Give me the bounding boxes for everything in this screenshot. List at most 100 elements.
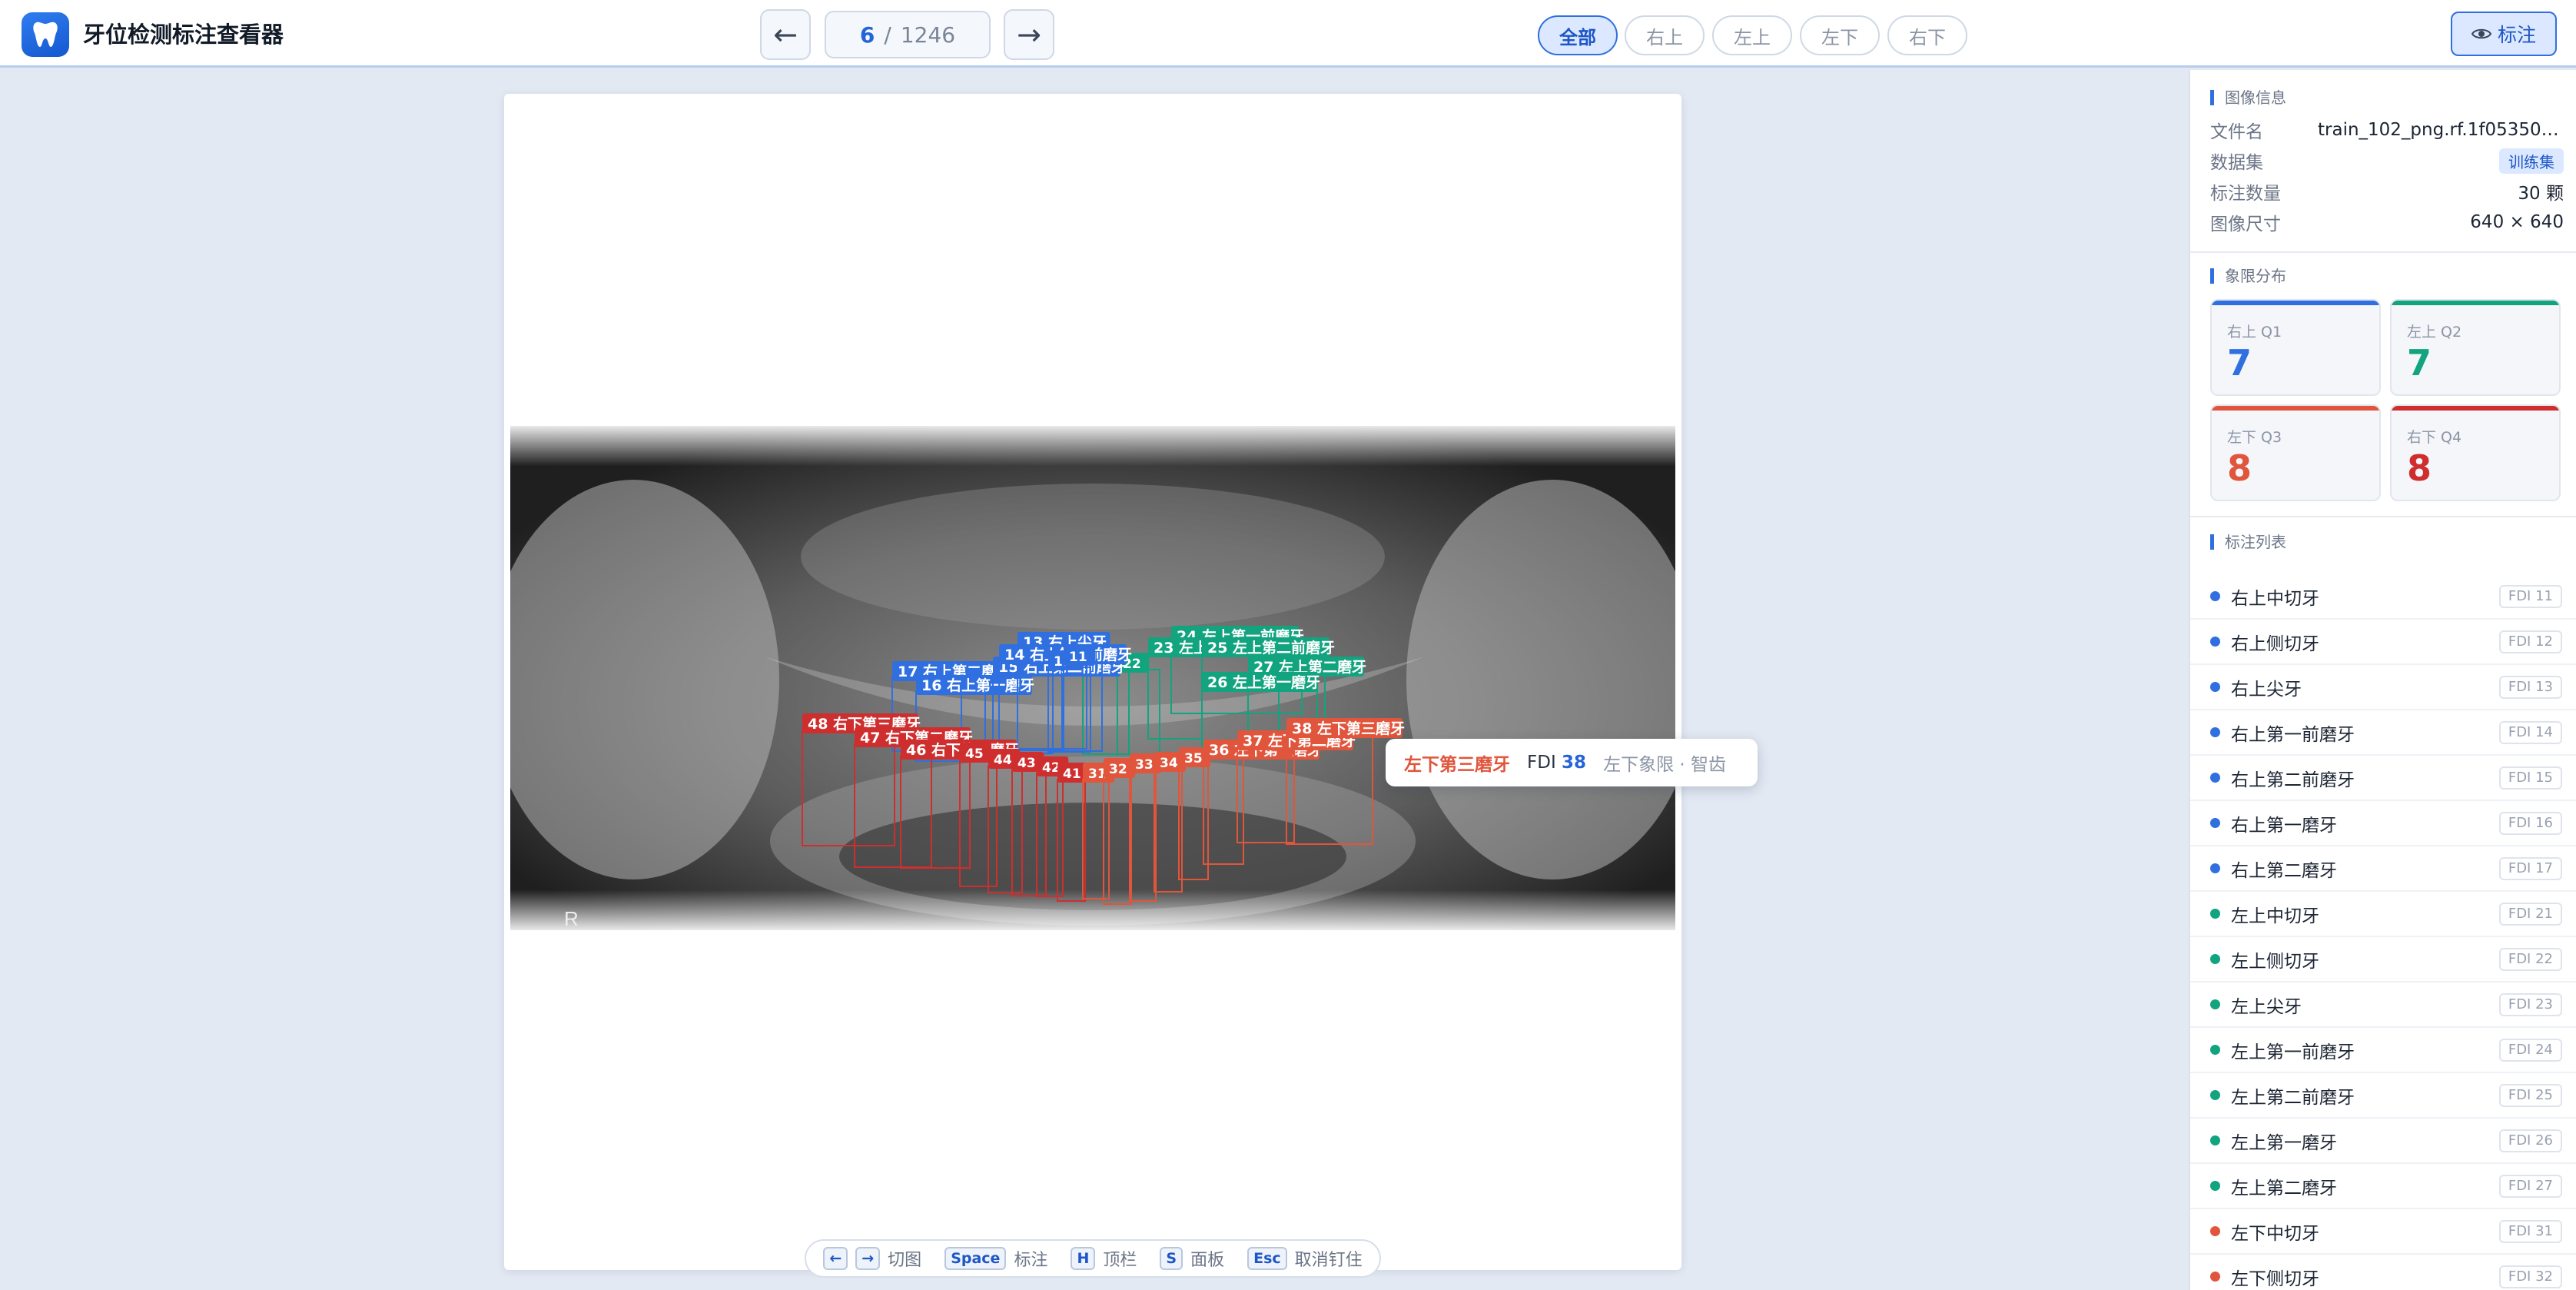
shortcut-label-panel: 面板 xyxy=(1190,1251,1225,1270)
quadrant-dot xyxy=(2210,637,2220,647)
filter-upper-left[interactable]: 左上 xyxy=(1712,15,1792,55)
image-canvas[interactable]: R 24 左上第一前磨牙 23 左上尖牙 25 左上第二前磨牙 27 左上第二磨牙 26… xyxy=(504,94,1681,1270)
list-item[interactable]: 右上第二前磨牙 FDI 15 xyxy=(2190,756,2576,801)
quadrant-dot xyxy=(2210,1181,2220,1191)
quadrant-dot xyxy=(2210,1090,2220,1100)
tooth-label-45: 45 xyxy=(965,746,984,762)
tooltip-fdi: FDI 38 xyxy=(1527,753,1587,773)
divider xyxy=(2190,516,2576,517)
tooth-tooltip: 左下第三磨牙 FDI 38 左下象限 · 智齿 xyxy=(1386,739,1758,786)
info-row-filename: 文件名 train_102_png.rf.1f053508c... xyxy=(2210,120,2564,142)
tooth-label-34: 34 xyxy=(1160,756,1178,771)
list-item[interactable]: 右上第一磨牙 FDI 16 xyxy=(2190,801,2576,846)
tooth-name: 左上第一磨牙 xyxy=(2231,1132,2337,1153)
list-item[interactable]: 左下中切牙 FDI 31 xyxy=(2190,1209,2576,1255)
section-title-annotation-list: 标注列表 xyxy=(2210,534,2286,550)
quadrant-dot xyxy=(2210,818,2220,828)
list-item[interactable]: 左上第一前磨牙 FDI 24 xyxy=(2190,1028,2576,1073)
kbd-s: S xyxy=(1160,1247,1183,1270)
section-title-quadrants: 象限分布 xyxy=(2210,268,2286,284)
filter-lower-left[interactable]: 左下 xyxy=(1800,15,1880,55)
shortcut-bar: ← → 切图 Space 标注 H 顶栏 S 面板 Esc 取消钉住 xyxy=(805,1239,1381,1278)
tooth-label-33: 33 xyxy=(1135,757,1154,773)
info-panel[interactable]: 图像信息 文件名 train_102_png.rf.1f053508c... 数… xyxy=(2189,70,2576,1290)
fdi-badge: FDI 22 xyxy=(2498,948,2562,971)
fdi-badge: FDI 16 xyxy=(2498,812,2562,835)
fdi-badge: FDI 14 xyxy=(2498,721,2562,744)
tooth-label-11: 11 xyxy=(1069,650,1087,665)
list-item[interactable]: 左上第二前磨牙 FDI 25 xyxy=(2190,1073,2576,1119)
filter-upper-right[interactable]: 右上 xyxy=(1625,15,1705,55)
list-item[interactable]: 左上侧切牙 FDI 22 xyxy=(2190,937,2576,982)
fdi-badge: FDI 25 xyxy=(2498,1084,2562,1107)
quadrant-dot xyxy=(2210,682,2220,692)
list-item[interactable]: 右上尖牙 FDI 13 xyxy=(2190,665,2576,710)
tooth-name: 左上第二前磨牙 xyxy=(2231,1087,2355,1108)
info-row-image-size: 图像尺寸 640 × 640 xyxy=(2210,212,2564,234)
list-item[interactable]: 右上侧切牙 FDI 12 xyxy=(2190,620,2576,665)
xray-overlay: R 24 左上第一前磨牙23 左上尖牙25 左上第二前磨牙27 左上第二磨牙26… xyxy=(510,426,1675,930)
list-item[interactable]: 左上尖牙 FDI 23 xyxy=(2190,982,2576,1028)
shortcut-label-unpin: 取消钉住 xyxy=(1294,1251,1363,1270)
quadrant-card-q3[interactable]: 左下 Q3 8 xyxy=(2210,404,2381,501)
xray-corner-mark: R xyxy=(564,907,579,930)
quadrant-card-q4[interactable]: 右下 Q4 8 xyxy=(2390,404,2561,501)
eye-icon xyxy=(2471,28,2491,39)
info-row-dataset: 数据集 训练集 xyxy=(2210,145,2564,176)
page-indicator[interactable]: 6 / 1246 xyxy=(825,11,991,58)
kbd-h: H xyxy=(1071,1247,1096,1270)
quadrant-count: 7 xyxy=(2227,342,2252,384)
quadrant-dot xyxy=(2210,999,2220,1009)
quadrant-card-q1[interactable]: 右上 Q1 7 xyxy=(2210,299,2381,396)
list-item[interactable]: 右上中切牙 FDI 11 xyxy=(2190,574,2576,620)
filter-lower-right[interactable]: 右下 xyxy=(1887,15,1967,55)
prev-image-button[interactable]: ← xyxy=(760,9,811,60)
fdi-badge: FDI 13 xyxy=(2498,676,2562,699)
dataset-badge: 训练集 xyxy=(2499,148,2564,174)
quadrant-dot xyxy=(2210,909,2220,919)
tooth-name: 左上第二磨牙 xyxy=(2231,1178,2337,1199)
fdi-badge: FDI 21 xyxy=(2498,903,2562,926)
tooth-label-35: 35 xyxy=(1184,751,1203,766)
info-row-annotation-count: 标注数量 30 颗 xyxy=(2210,184,2564,204)
list-item[interactable]: 左下侧切牙 FDI 32 xyxy=(2190,1255,2576,1290)
tooth-label-43: 43 xyxy=(1017,756,1036,771)
annotation-toggle-button[interactable]: 标注 xyxy=(2451,12,2557,56)
filter-all[interactable]: 全部 xyxy=(1538,15,1618,55)
list-item[interactable]: 左上中切牙 FDI 21 xyxy=(2190,892,2576,937)
kbd-esc: Esc xyxy=(1247,1247,1287,1270)
next-image-button[interactable]: → xyxy=(1004,9,1054,60)
shortcut-label-topbar: 顶栏 xyxy=(1103,1251,1137,1270)
fdi-badge: FDI 27 xyxy=(2498,1175,2562,1198)
list-item[interactable]: 左上第一磨牙 FDI 26 xyxy=(2190,1119,2576,1164)
list-item[interactable]: 右上第二磨牙 FDI 17 xyxy=(2190,846,2576,892)
tooth-name: 右上第一前磨牙 xyxy=(2231,724,2355,745)
quadrant-dot xyxy=(2210,863,2220,873)
tooth-name: 左上第一前磨牙 xyxy=(2231,1042,2355,1062)
tooth-label-32: 32 xyxy=(1109,762,1127,777)
tooltip-tooth-name: 左下第三磨牙 xyxy=(1404,755,1510,775)
list-item[interactable]: 左上第二磨牙 FDI 27 xyxy=(2190,1164,2576,1209)
total-pages: 1246 xyxy=(900,22,956,48)
quadrant-count: 8 xyxy=(2407,447,2432,489)
shortcut-label-switch: 切图 xyxy=(888,1251,922,1270)
quadrant-card-q2[interactable]: 左上 Q2 7 xyxy=(2390,299,2561,396)
app-title: 牙位检测标注查看器 xyxy=(83,22,284,48)
tooth-label-26: 26 左上第一磨牙 xyxy=(1207,673,1320,691)
tooth-name: 右上第一磨牙 xyxy=(2231,815,2337,836)
tooth-name: 左上尖牙 xyxy=(2231,996,2302,1017)
kbd-left: ← xyxy=(823,1247,848,1270)
tooth-name: 左下中切牙 xyxy=(2231,1223,2319,1244)
list-item[interactable]: 右上第一前磨牙 FDI 14 xyxy=(2190,710,2576,756)
top-bar: 牙位检测标注查看器 ← 6 / 1246 → 全部 右上 左上 左下 右下 标注 xyxy=(0,0,2576,68)
annotation-toggle-label: 标注 xyxy=(2497,24,2536,46)
quadrant-dot xyxy=(2210,954,2220,964)
tooth-name: 右上尖牙 xyxy=(2231,679,2302,700)
shortcut-label-annotate: 标注 xyxy=(1014,1251,1048,1270)
quadrant-count: 7 xyxy=(2407,342,2432,384)
kbd-right: → xyxy=(855,1247,881,1270)
tooth-label-44: 44 xyxy=(994,753,1012,768)
fdi-badge: FDI 17 xyxy=(2498,857,2562,880)
tooth-name: 左上中切牙 xyxy=(2231,906,2319,926)
quadrant-dot xyxy=(2210,1226,2220,1236)
